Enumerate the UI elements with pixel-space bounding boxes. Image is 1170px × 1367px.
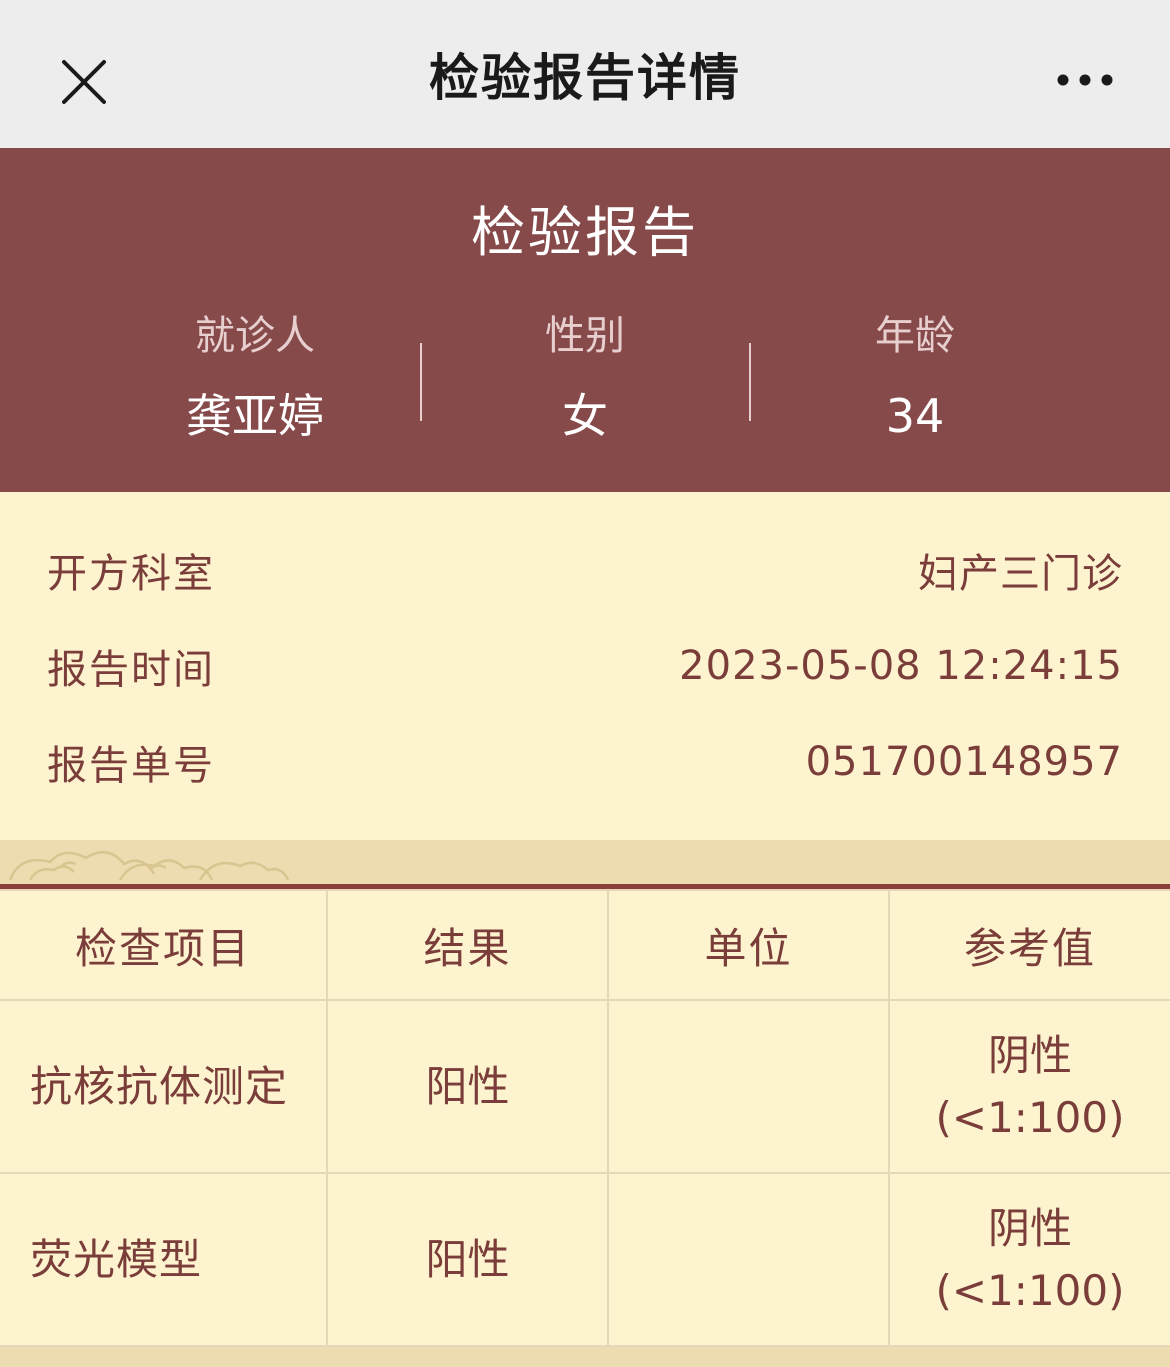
age-label: 年龄: [875, 313, 955, 359]
detail-value: 2023-05-08 12:24:15: [679, 643, 1123, 689]
column-header: 参考值: [888, 889, 1170, 1001]
age-info: 年龄 34: [750, 308, 1080, 446]
report-details: 开方科室 妇产三门诊 报告时间 2023-05-08 12:24:15 报告单号…: [0, 492, 1170, 840]
reference-text: 阴性: [987, 1030, 1072, 1080]
detail-row-report-time: 报告时间 2023-05-08 12:24:15: [47, 636, 1123, 696]
gender-label: 性别: [545, 313, 625, 359]
column-header: 单位: [607, 889, 890, 1001]
patient-info: 就诊人 龚亚婷: [90, 308, 420, 446]
table-header-row: 检查项目 结果 单位 参考值: [0, 889, 1170, 1001]
patient-name: 龚亚婷: [186, 389, 324, 443]
item-cell: 抗核抗体测定: [0, 999, 328, 1174]
more-icon[interactable]: [1056, 72, 1114, 88]
result-cell: 阳性: [326, 1172, 609, 1347]
table-row: 抗核抗体测定 阳性 阴性 (<1:100): [0, 999, 1170, 1174]
patient-label: 就诊人: [195, 313, 315, 359]
reference-range: (<1:100): [935, 1092, 1125, 1142]
results-table: 检查项目 结果 单位 参考值 抗核抗体测定 阳性 阴性 (<1:100) 荧光模…: [0, 889, 1170, 1347]
gender-value: 女: [562, 389, 608, 443]
reference-text: 阴性: [987, 1203, 1072, 1253]
nav-bar: 检验报告详情: [0, 0, 1170, 148]
reference-range: (<1:100): [935, 1265, 1125, 1315]
item-cell: 荧光模型: [0, 1172, 328, 1347]
cloud-pattern-icon: [8, 851, 290, 881]
reference-cell: 阴性 (<1:100): [888, 999, 1170, 1174]
column-header: 检查项目: [0, 889, 328, 1001]
report-title: 检验报告: [471, 201, 699, 264]
reference-cell: 阴性 (<1:100): [888, 1172, 1170, 1347]
detail-label: 报告时间: [47, 647, 215, 693]
gender-info: 性别 女: [420, 308, 750, 446]
unit-cell: [607, 999, 890, 1174]
cloud-pattern-divider: [0, 840, 1170, 884]
age-value: 34: [885, 389, 945, 443]
page-title: 检验报告详情: [429, 49, 741, 107]
unit-cell: [607, 1172, 890, 1347]
detail-label: 报告单号: [47, 743, 215, 789]
report-header: 检验报告 就诊人 龚亚婷 性别 女 年龄 34: [0, 148, 1170, 492]
close-icon[interactable]: [58, 56, 110, 108]
detail-value: 051700148957: [805, 739, 1123, 785]
detail-row-department: 开方科室 妇产三门诊: [47, 540, 1123, 600]
bottom-pattern-band: [0, 1347, 1170, 1367]
table-row: 荧光模型 阳性 阴性 (<1:100): [0, 1172, 1170, 1347]
detail-value: 妇产三门诊: [918, 551, 1123, 597]
detail-row-report-number: 报告单号 051700148957: [47, 732, 1123, 792]
result-cell: 阳性: [326, 999, 609, 1174]
column-header: 结果: [326, 889, 609, 1001]
detail-label: 开方科室: [47, 551, 215, 597]
